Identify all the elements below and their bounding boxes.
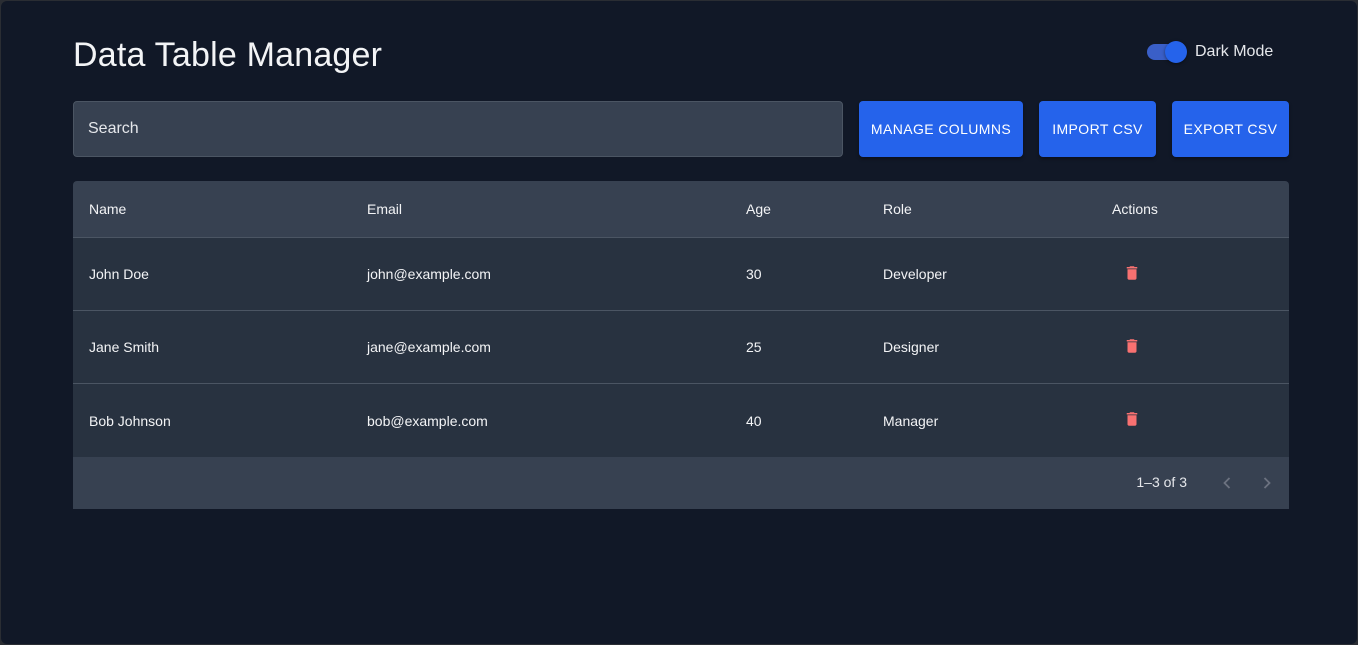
- pagination-bar: 1–3 of 3: [73, 457, 1289, 509]
- chevron-right-icon[interactable]: [1255, 471, 1279, 495]
- dark-mode-toggle[interactable]: Dark Mode: [1147, 41, 1274, 63]
- data-table: Name Email Age Role Actions John Doe joh…: [73, 181, 1289, 457]
- trash-icon[interactable]: [1123, 263, 1141, 283]
- cell-name: Bob Johnson: [89, 412, 171, 429]
- cell-age: 40: [746, 412, 762, 429]
- cell-email: bob@example.com: [367, 412, 488, 429]
- trash-icon[interactable]: [1123, 336, 1141, 356]
- cell-email: john@example.com: [367, 266, 491, 282]
- table-header-row: Name Email Age Role Actions: [73, 181, 1289, 238]
- cell-role: Manager: [883, 412, 939, 429]
- toggle-track[interactable]: [1147, 41, 1187, 63]
- column-header-name[interactable]: Name: [73, 201, 351, 217]
- toggle-thumb[interactable]: [1165, 41, 1187, 63]
- pagination-range: 1–3 of 3: [1136, 474, 1187, 490]
- table-row: John Doe john@example.com 30 Developer: [73, 238, 1289, 311]
- column-header-actions: Actions: [1112, 201, 1158, 217]
- trash-icon[interactable]: [1123, 409, 1141, 429]
- cell-actions: [1096, 336, 1289, 359]
- cell-name: Jane Smith: [89, 339, 160, 355]
- manage-columns-button[interactable]: MANAGE COLUMNS: [859, 101, 1023, 157]
- table-row: Jane Smith jane@example.com 25 Designer: [73, 311, 1289, 384]
- cell-age: 25: [746, 339, 762, 355]
- dark-mode-label: Dark Mode: [1195, 43, 1274, 60]
- cell-name: John Doe: [89, 266, 149, 282]
- cell-email: jane@example.com: [367, 339, 491, 355]
- page-title: Data Table Manager: [73, 36, 383, 74]
- chevron-left-icon[interactable]: [1215, 471, 1239, 495]
- column-header-role[interactable]: Role: [867, 201, 1096, 217]
- search-input[interactable]: [73, 101, 843, 157]
- table-row: Bob Johnson bob@example.com 40 Manager: [73, 384, 1289, 457]
- app-window: Data Table Manager Dark Mode MANAGE COLU…: [1, 1, 1357, 644]
- import-csv-button[interactable]: IMPORT CSV: [1039, 101, 1156, 157]
- cell-role: Designer: [883, 339, 940, 355]
- export-csv-button[interactable]: EXPORT CSV: [1172, 101, 1289, 157]
- cell-actions: [1096, 263, 1289, 286]
- column-header-age[interactable]: Age: [730, 201, 867, 217]
- cell-age: 30: [746, 266, 762, 282]
- column-header-email[interactable]: Email: [351, 201, 730, 217]
- cell-actions: [1096, 409, 1289, 432]
- cell-role: Developer: [883, 266, 947, 282]
